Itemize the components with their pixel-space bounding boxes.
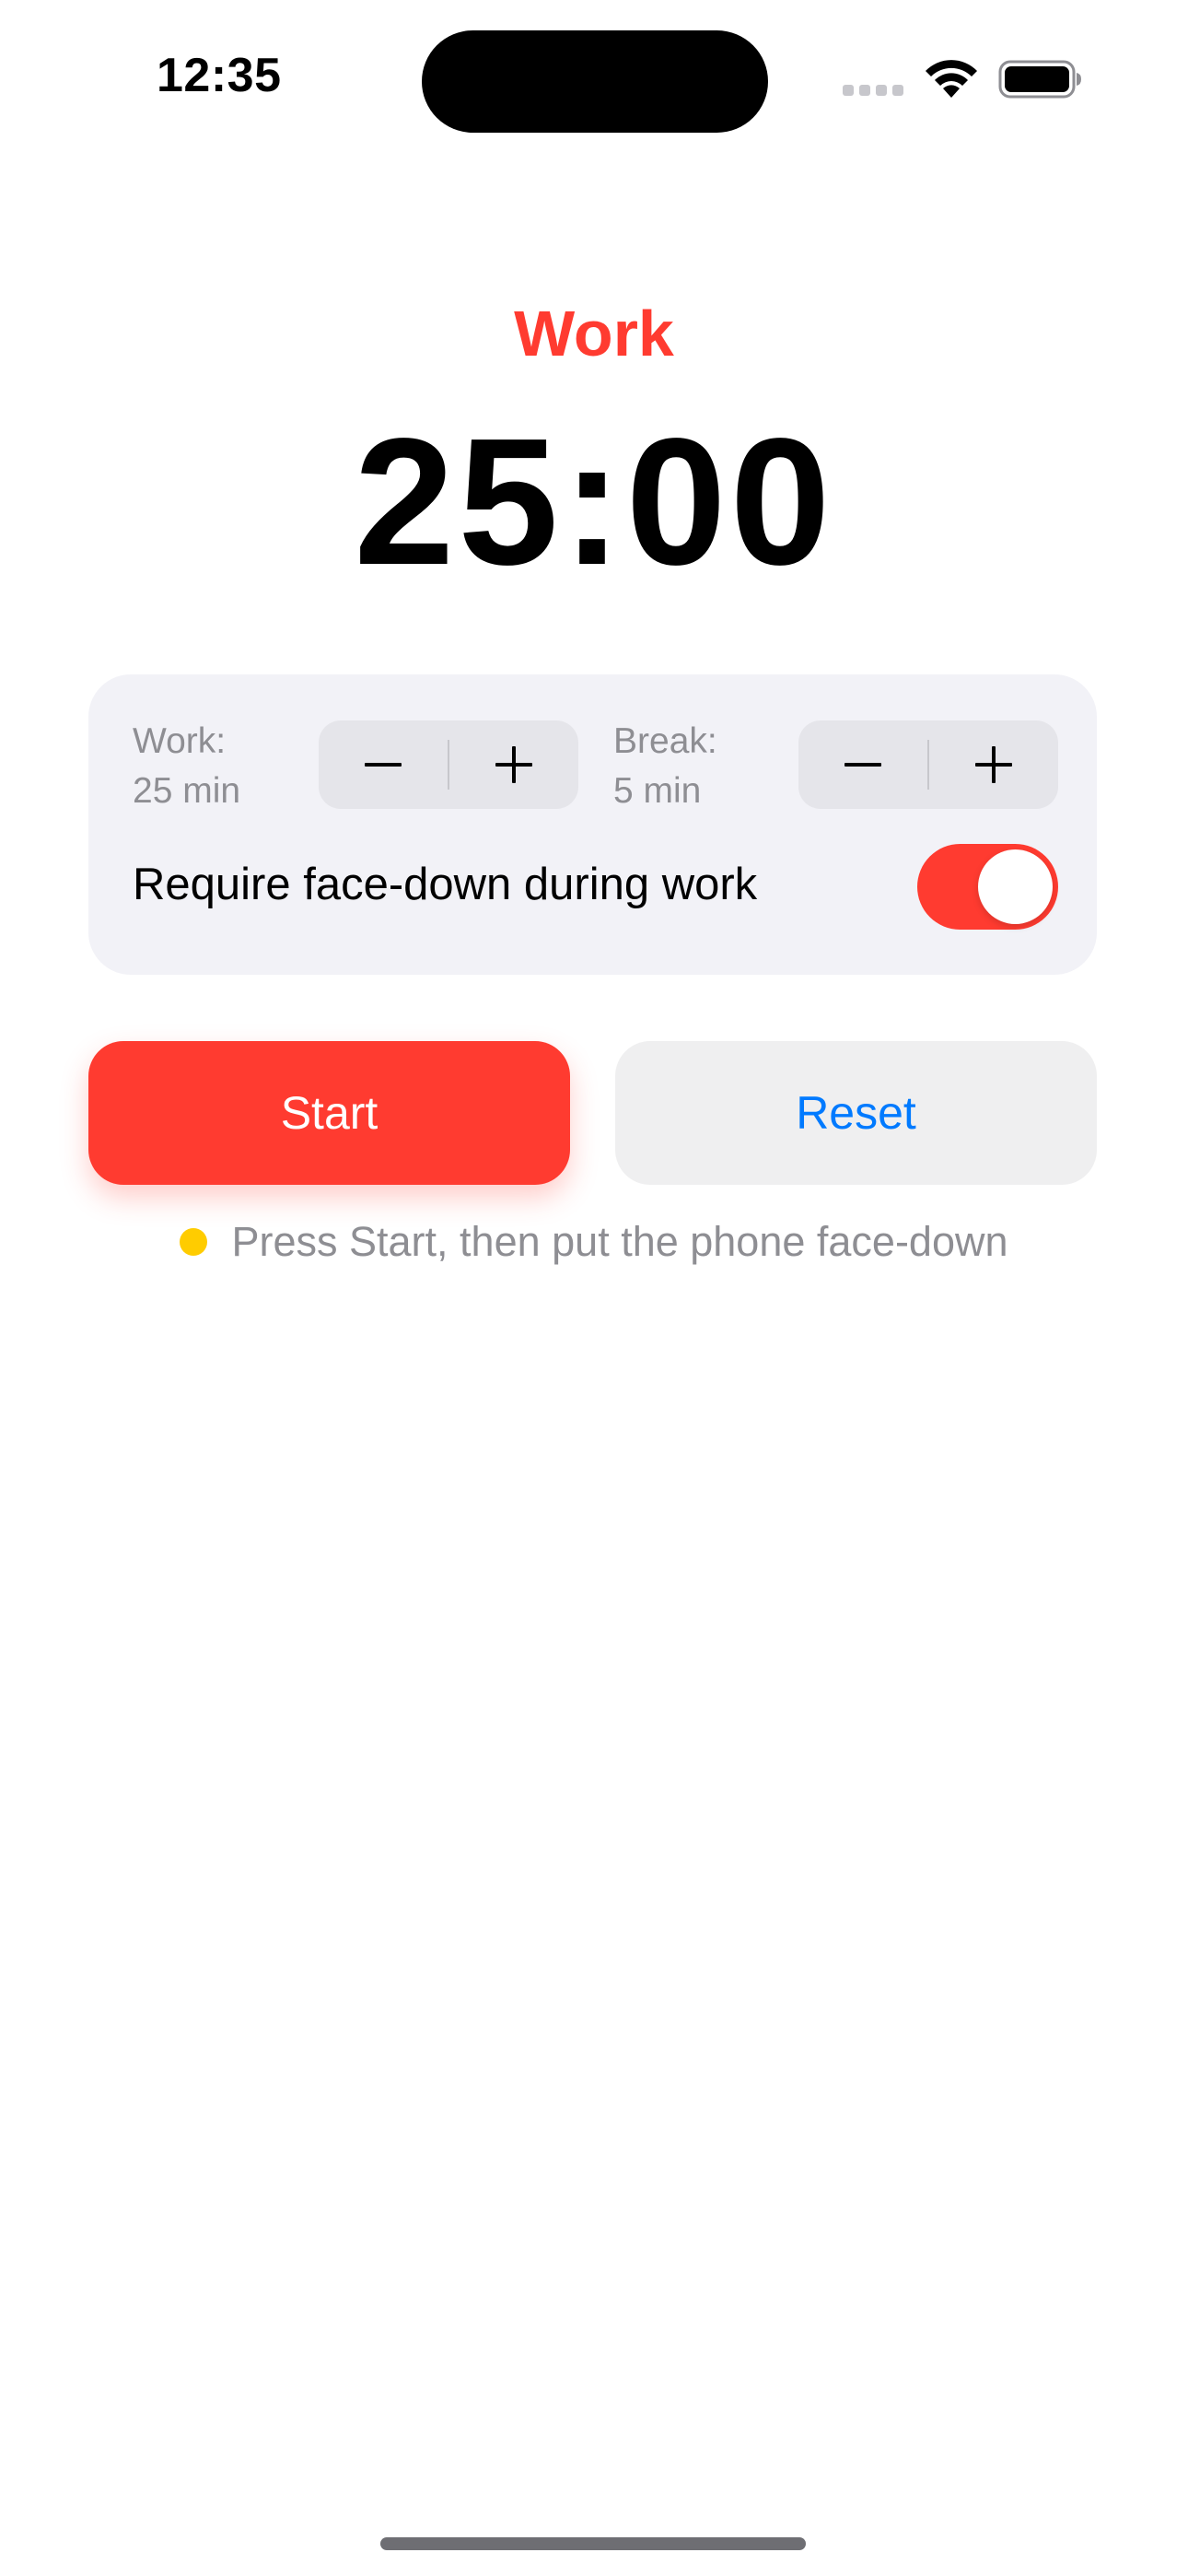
wifi-icon: [926, 60, 977, 98]
settings-card: Work: 25 min Break: 5 min Require face-d…: [88, 674, 1097, 975]
status-time: 12:35: [157, 49, 282, 102]
work-duration-title: Work:: [133, 721, 227, 761]
face-down-toggle[interactable]: [917, 844, 1058, 930]
break-decrement-button[interactable]: [798, 720, 927, 809]
hint-text: Press Start, then put the phone face-dow…: [231, 1218, 1008, 1265]
plus-icon: [495, 746, 532, 783]
reset-button[interactable]: Reset: [615, 1041, 1097, 1185]
work-duration-stepper: [319, 720, 578, 809]
break-duration-title: Break:: [613, 721, 717, 761]
home-indicator[interactable]: [380, 2537, 806, 2550]
break-duration-value: 5 min: [613, 771, 702, 811]
work-increment-button[interactable]: [449, 720, 578, 809]
dynamic-island: [422, 30, 768, 133]
break-duration-stepper: [798, 720, 1058, 809]
start-button[interactable]: Start: [88, 1041, 570, 1185]
mode-label: Work: [514, 298, 674, 369]
timer-display: 25:00: [354, 401, 834, 603]
work-duration-label: Work: 25 min: [133, 717, 240, 816]
cellular-signal-icon: [843, 85, 903, 96]
status-hint: Press Start, then put the phone face-dow…: [0, 1218, 1188, 1266]
face-down-toggle-label: Require face-down during work: [133, 860, 758, 909]
battery-icon: [998, 60, 1081, 99]
toggle-knob: [978, 849, 1053, 924]
plus-icon: [975, 746, 1012, 783]
minus-icon: [844, 763, 881, 767]
break-increment-button[interactable]: [929, 720, 1058, 809]
work-decrement-button[interactable]: [319, 720, 448, 809]
status-dot-icon: [180, 1228, 208, 1256]
break-duration-label: Break: 5 min: [613, 717, 717, 816]
minus-icon: [365, 763, 402, 767]
work-duration-value: 25 min: [133, 771, 241, 811]
